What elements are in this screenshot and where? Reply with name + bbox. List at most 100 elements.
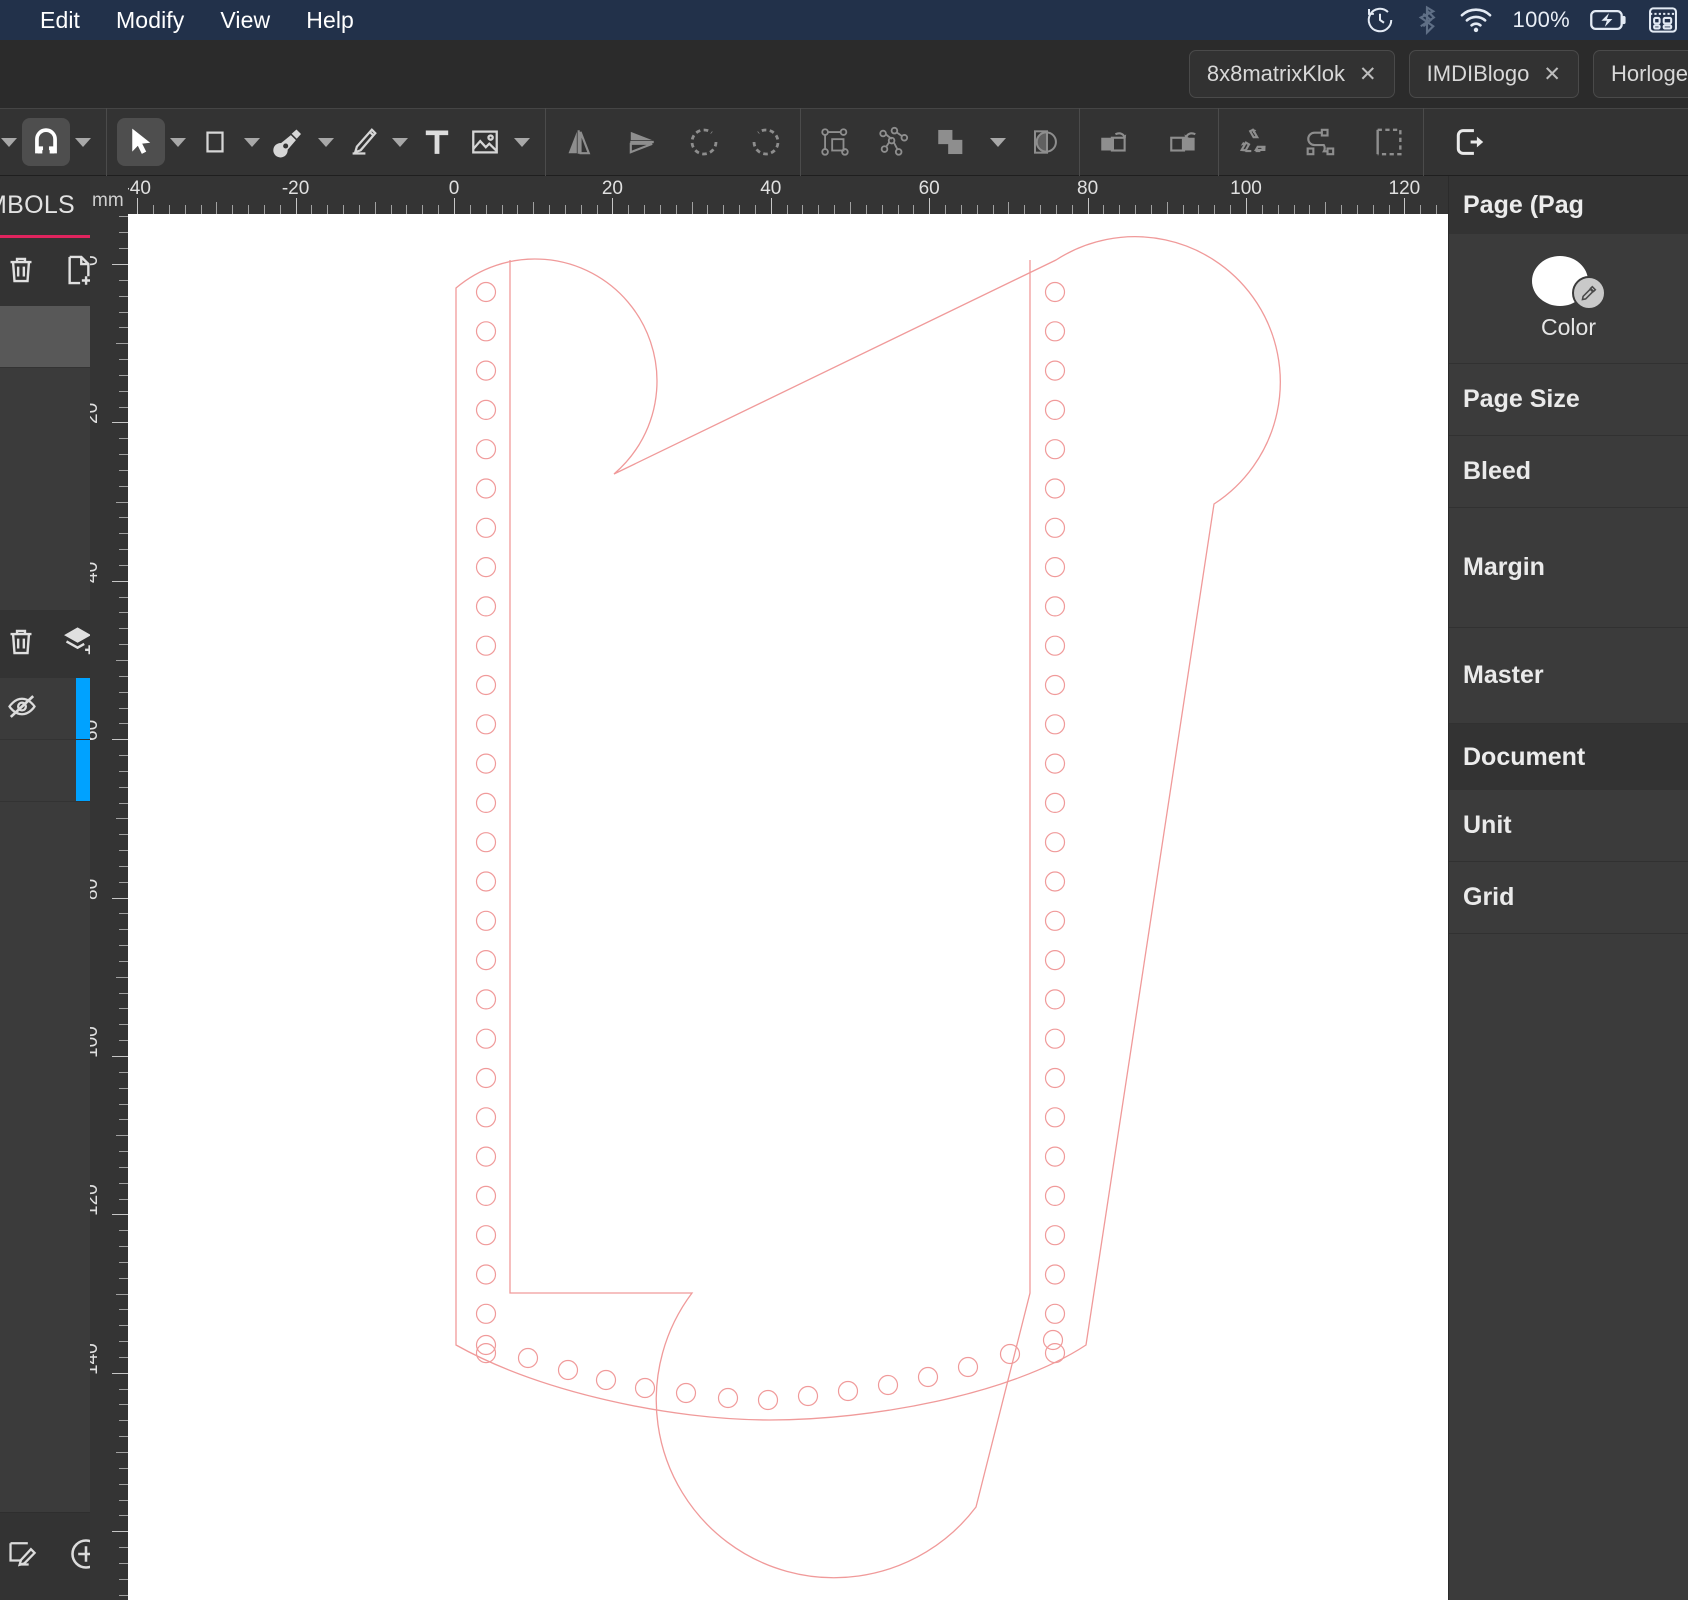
close-icon[interactable]: ✕ bbox=[1543, 64, 1561, 85]
hole bbox=[475, 714, 497, 735]
hole bbox=[475, 1334, 497, 1356]
tab-label: 8x8matrixKlok bbox=[1206, 61, 1346, 86]
control-center-icon[interactable] bbox=[1648, 5, 1678, 35]
margin-row[interactable]: Margin bbox=[1449, 508, 1688, 628]
symbols-action-row bbox=[0, 238, 91, 306]
menu-item-modify[interactable]: Modify bbox=[98, 7, 202, 34]
ruler-v-label: 20 bbox=[90, 403, 102, 425]
battery-percentage-label: 100% bbox=[1512, 7, 1570, 32]
document-tab-horloge[interactable]: Horloge bbox=[1592, 50, 1688, 98]
ruler-h-label: 40 bbox=[760, 178, 782, 199]
symbols-panel-title: MBOLS bbox=[0, 176, 90, 238]
node-edit-icon[interactable] bbox=[869, 118, 917, 166]
eye-off-icon[interactable] bbox=[6, 690, 38, 727]
pen-nib-icon[interactable] bbox=[265, 118, 313, 166]
chevron-down-icon[interactable] bbox=[509, 118, 535, 166]
menu-item-help[interactable]: Help bbox=[288, 7, 372, 34]
menu-item-edit[interactable]: Edit bbox=[22, 7, 98, 34]
vertical-ruler[interactable]: 0 20 40 60 80 100 120 140 bbox=[90, 214, 128, 1600]
menu-item-view[interactable]: View bbox=[202, 7, 288, 34]
magnet-icon[interactable] bbox=[22, 118, 70, 166]
export-arrow-icon[interactable] bbox=[1446, 118, 1494, 166]
wifi-icon[interactable] bbox=[1459, 7, 1493, 33]
flip-horizontal-icon[interactable] bbox=[556, 118, 604, 166]
pencil-icon[interactable] bbox=[339, 118, 387, 166]
hole bbox=[475, 871, 497, 892]
cursor-arrow-icon[interactable] bbox=[117, 118, 165, 166]
hole bbox=[475, 635, 497, 656]
hole bbox=[1044, 1028, 1066, 1049]
chevron-down-icon[interactable] bbox=[313, 118, 339, 166]
ruler-h-label: 0 bbox=[448, 178, 460, 199]
hole bbox=[557, 1359, 579, 1381]
master-row[interactable]: Master bbox=[1449, 628, 1688, 724]
edit-page-icon[interactable] bbox=[6, 1537, 40, 1576]
document-tab-imdiblogo[interactable]: IMDIBlogo ✕ bbox=[1408, 50, 1579, 98]
main-toolbar bbox=[0, 108, 1688, 176]
path-connector-icon[interactable] bbox=[1297, 118, 1345, 166]
horizontal-ruler[interactable]: -40 -20 0 20 40 60 80 100 120 bbox=[128, 176, 1448, 214]
text-T-icon[interactable] bbox=[413, 118, 461, 166]
hole bbox=[1044, 1225, 1066, 1246]
image-icon[interactable] bbox=[461, 118, 509, 166]
page-size-row[interactable]: Page Size bbox=[1449, 364, 1688, 436]
group-nodes-icon[interactable] bbox=[811, 118, 859, 166]
layer-row[interactable] bbox=[0, 740, 90, 802]
tab-label: Horloge bbox=[1610, 61, 1688, 86]
flip-vertical-icon[interactable] bbox=[618, 118, 666, 166]
chevron-down-icon[interactable] bbox=[165, 118, 191, 166]
boolean-shapes-icon[interactable] bbox=[927, 118, 975, 166]
time-machine-icon[interactable] bbox=[1365, 5, 1395, 35]
chevron-down-icon[interactable] bbox=[0, 118, 22, 166]
unit-row[interactable]: Unit bbox=[1449, 790, 1688, 862]
trash-icon[interactable] bbox=[4, 625, 38, 664]
grid-row[interactable]: Grid bbox=[1449, 862, 1688, 934]
drawing-canvas[interactable] bbox=[128, 214, 1448, 1600]
hole bbox=[475, 1264, 497, 1285]
battery-charging-icon[interactable] bbox=[1590, 8, 1628, 32]
hole bbox=[757, 1389, 779, 1411]
page-color-control[interactable]: Color bbox=[1449, 234, 1688, 364]
layer-color-swatch[interactable] bbox=[76, 740, 90, 801]
dashed-selection-icon[interactable] bbox=[1365, 118, 1413, 166]
bring-forward-icon[interactable] bbox=[1090, 118, 1138, 166]
bluetooth-icon[interactable] bbox=[1415, 5, 1439, 35]
toolbar-group-tools bbox=[107, 108, 545, 176]
u-bracket-with-holes-artwork[interactable] bbox=[128, 214, 1448, 1600]
ruler-v-label: 40 bbox=[90, 561, 102, 583]
chevron-down-icon[interactable] bbox=[387, 118, 413, 166]
hole bbox=[877, 1374, 899, 1396]
close-icon[interactable]: ✕ bbox=[1359, 64, 1377, 85]
hole bbox=[475, 281, 497, 303]
half-fill-circle-icon[interactable] bbox=[1021, 118, 1069, 166]
send-backward-icon[interactable] bbox=[1160, 118, 1208, 166]
chevron-down-icon[interactable] bbox=[70, 118, 96, 166]
rotate-cw-icon[interactable] bbox=[742, 118, 790, 166]
layer-color-swatch[interactable] bbox=[76, 678, 90, 739]
ruler-unit-corner[interactable]: mm bbox=[90, 176, 128, 214]
ruler-h-label: 60 bbox=[918, 178, 940, 199]
hole bbox=[475, 832, 497, 853]
hole bbox=[475, 596, 497, 617]
hole bbox=[999, 1343, 1021, 1365]
chevron-down-icon[interactable] bbox=[239, 118, 265, 166]
ruler-h-label: 20 bbox=[601, 178, 623, 199]
symbol-row[interactable] bbox=[0, 306, 90, 368]
rectangle-icon[interactable] bbox=[191, 118, 239, 166]
bleed-row[interactable]: Bleed bbox=[1449, 436, 1688, 508]
layers-action-row bbox=[0, 610, 95, 678]
layer-row[interactable] bbox=[0, 678, 90, 740]
rotate-ccw-icon[interactable] bbox=[680, 118, 728, 166]
hole bbox=[475, 1303, 497, 1324]
ruler-h-label: 100 bbox=[1230, 178, 1262, 199]
layers-list-empty-space bbox=[0, 802, 90, 1512]
chevron-down-icon[interactable] bbox=[985, 118, 1011, 166]
document-tab-8x8matrixklok[interactable]: 8x8matrixKlok ✕ bbox=[1188, 50, 1395, 98]
properties-panel: Page (Pag Color Page Size Bleed Margin M… bbox=[1448, 176, 1688, 1600]
hole bbox=[475, 1067, 497, 1089]
trash-icon[interactable] bbox=[4, 253, 38, 292]
hole bbox=[1044, 596, 1066, 617]
recycle-icon[interactable] bbox=[1229, 118, 1277, 166]
hole bbox=[1044, 478, 1066, 499]
eyedropper-icon[interactable] bbox=[1571, 276, 1606, 310]
